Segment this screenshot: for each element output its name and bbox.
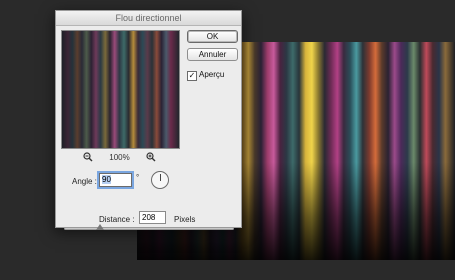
distance-unit-label: Pixels [174, 215, 196, 224]
zoom-controls: 100% [61, 152, 178, 164]
preview-checkbox-label: Aperçu [199, 70, 225, 79]
distance-label: Distance : [99, 215, 135, 224]
preview-thumbnail[interactable] [61, 30, 180, 149]
distance-slider-track[interactable] [64, 227, 234, 230]
angle-value: 90 [102, 175, 111, 184]
cancel-button[interactable]: Annuler [187, 48, 238, 61]
distance-input[interactable]: 208 [139, 211, 166, 224]
angle-dial-icon[interactable] [151, 171, 169, 189]
motion-blur-dialog: Flou directionnel 100% Angle : 90 ° Dist… [55, 10, 242, 230]
angle-label: Angle : [72, 177, 97, 186]
dialog-title[interactable]: Flou directionnel [56, 11, 241, 26]
degree-symbol: ° [136, 173, 140, 182]
zoom-in-icon[interactable] [146, 152, 156, 162]
preview-checkbox[interactable]: ✓ [187, 71, 197, 81]
preview-checkbox-row[interactable]: ✓ Aperçu [187, 70, 224, 81]
zoom-level: 100% [109, 153, 130, 162]
angle-dial-needle [160, 174, 161, 181]
angle-input[interactable]: 90 [99, 173, 132, 187]
distance-slider-thumb[interactable] [95, 224, 104, 230]
ok-button[interactable]: OK [187, 30, 238, 43]
